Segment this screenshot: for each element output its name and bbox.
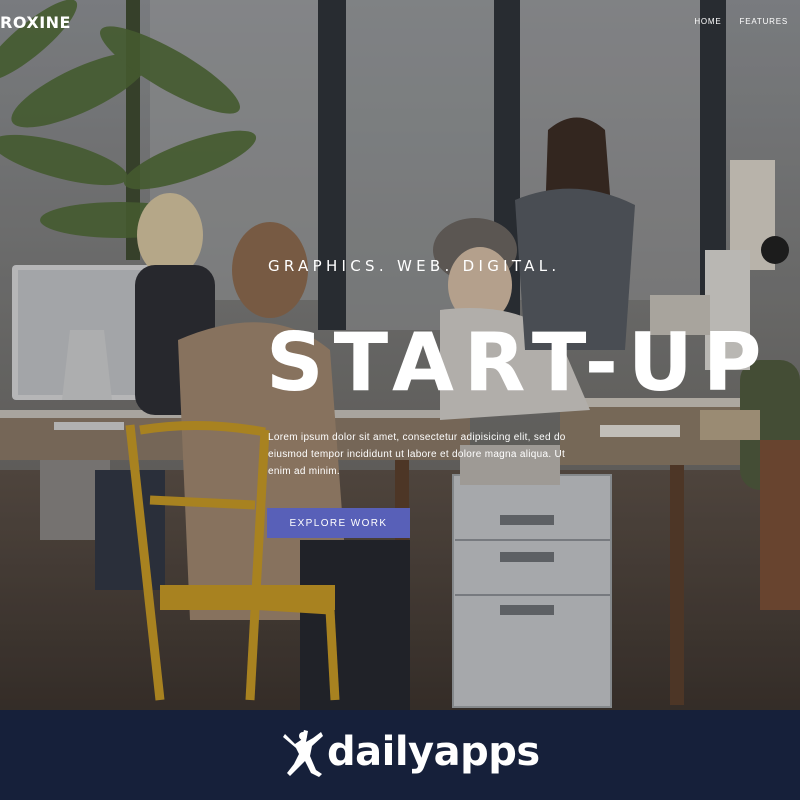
dailyapps-wordmark: dailyapps bbox=[327, 729, 540, 775]
site-logo[interactable]: ROXINE bbox=[0, 13, 71, 32]
hero-headline: START-UP bbox=[266, 316, 772, 409]
nav-link-features[interactable]: FEATURES bbox=[740, 17, 788, 26]
hero-description: Lorem ipsum dolor sit amet, consectetur … bbox=[268, 432, 566, 477]
explore-work-button[interactable]: EXPLORE WORK bbox=[267, 508, 410, 538]
top-nav: HOME FEATURES bbox=[694, 17, 788, 26]
dancing-figure-icon bbox=[283, 730, 323, 777]
hero-tagline: GRAPHICS. WEB. DIGITAL. bbox=[268, 257, 561, 275]
hero-section: ROXINE HOME FEATURES GRAPHICS. WEB. DIGI… bbox=[0, 0, 800, 710]
nav-link-home[interactable]: HOME bbox=[694, 17, 721, 26]
